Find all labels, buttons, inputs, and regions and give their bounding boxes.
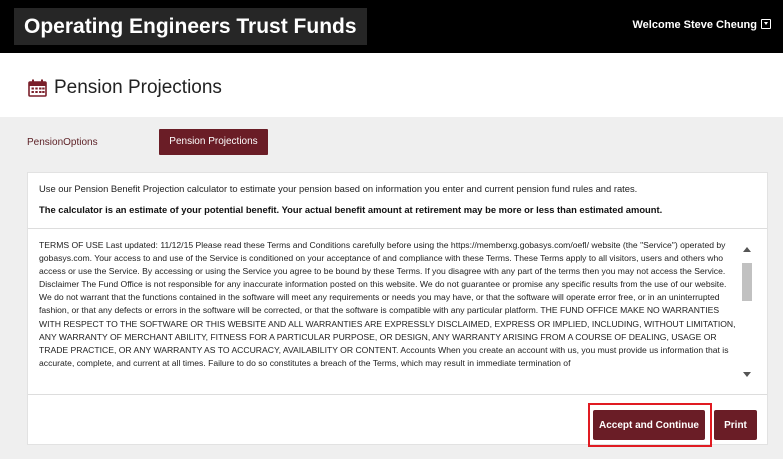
- page-title: Pension Projections: [54, 77, 222, 98]
- accept-and-continue-button[interactable]: Accept and Continue: [593, 410, 705, 440]
- terms-scrollbar[interactable]: [740, 245, 754, 381]
- chevron-down-icon[interactable]: [761, 19, 771, 29]
- terms-scroll-area[interactable]: TERMS OF USE Last updated: 11/12/15 Plea…: [39, 239, 755, 382]
- print-button[interactable]: Print: [714, 410, 757, 440]
- page-header: Pension Projections: [0, 53, 783, 117]
- tab-pension-projections[interactable]: Pension Projections: [159, 129, 268, 155]
- intro-text: Use our Pension Benefit Projection calcu…: [39, 183, 638, 194]
- estimate-disclaimer: The calculator is an estimate of your po…: [39, 204, 663, 215]
- tab-bar: PensionOptions Pension Projections: [0, 117, 783, 172]
- scroll-up-icon[interactable]: [743, 247, 751, 252]
- top-bar: Operating Engineers Trust Funds Welcome …: [0, 0, 783, 53]
- scroll-thumb[interactable]: [742, 263, 752, 301]
- scroll-down-icon[interactable]: [743, 372, 751, 377]
- tab-pension-options[interactable]: PensionOptions: [27, 137, 98, 148]
- terms-of-use-text: TERMS OF USE Last updated: 11/12/15 Plea…: [39, 240, 736, 368]
- divider: [28, 228, 767, 229]
- terms-card: Use our Pension Benefit Projection calcu…: [27, 172, 768, 447]
- divider: [28, 394, 767, 395]
- calendar-icon: [28, 79, 47, 97]
- brand-title[interactable]: Operating Engineers Trust Funds: [14, 8, 367, 45]
- welcome-user[interactable]: Welcome Steve Cheung: [633, 19, 758, 31]
